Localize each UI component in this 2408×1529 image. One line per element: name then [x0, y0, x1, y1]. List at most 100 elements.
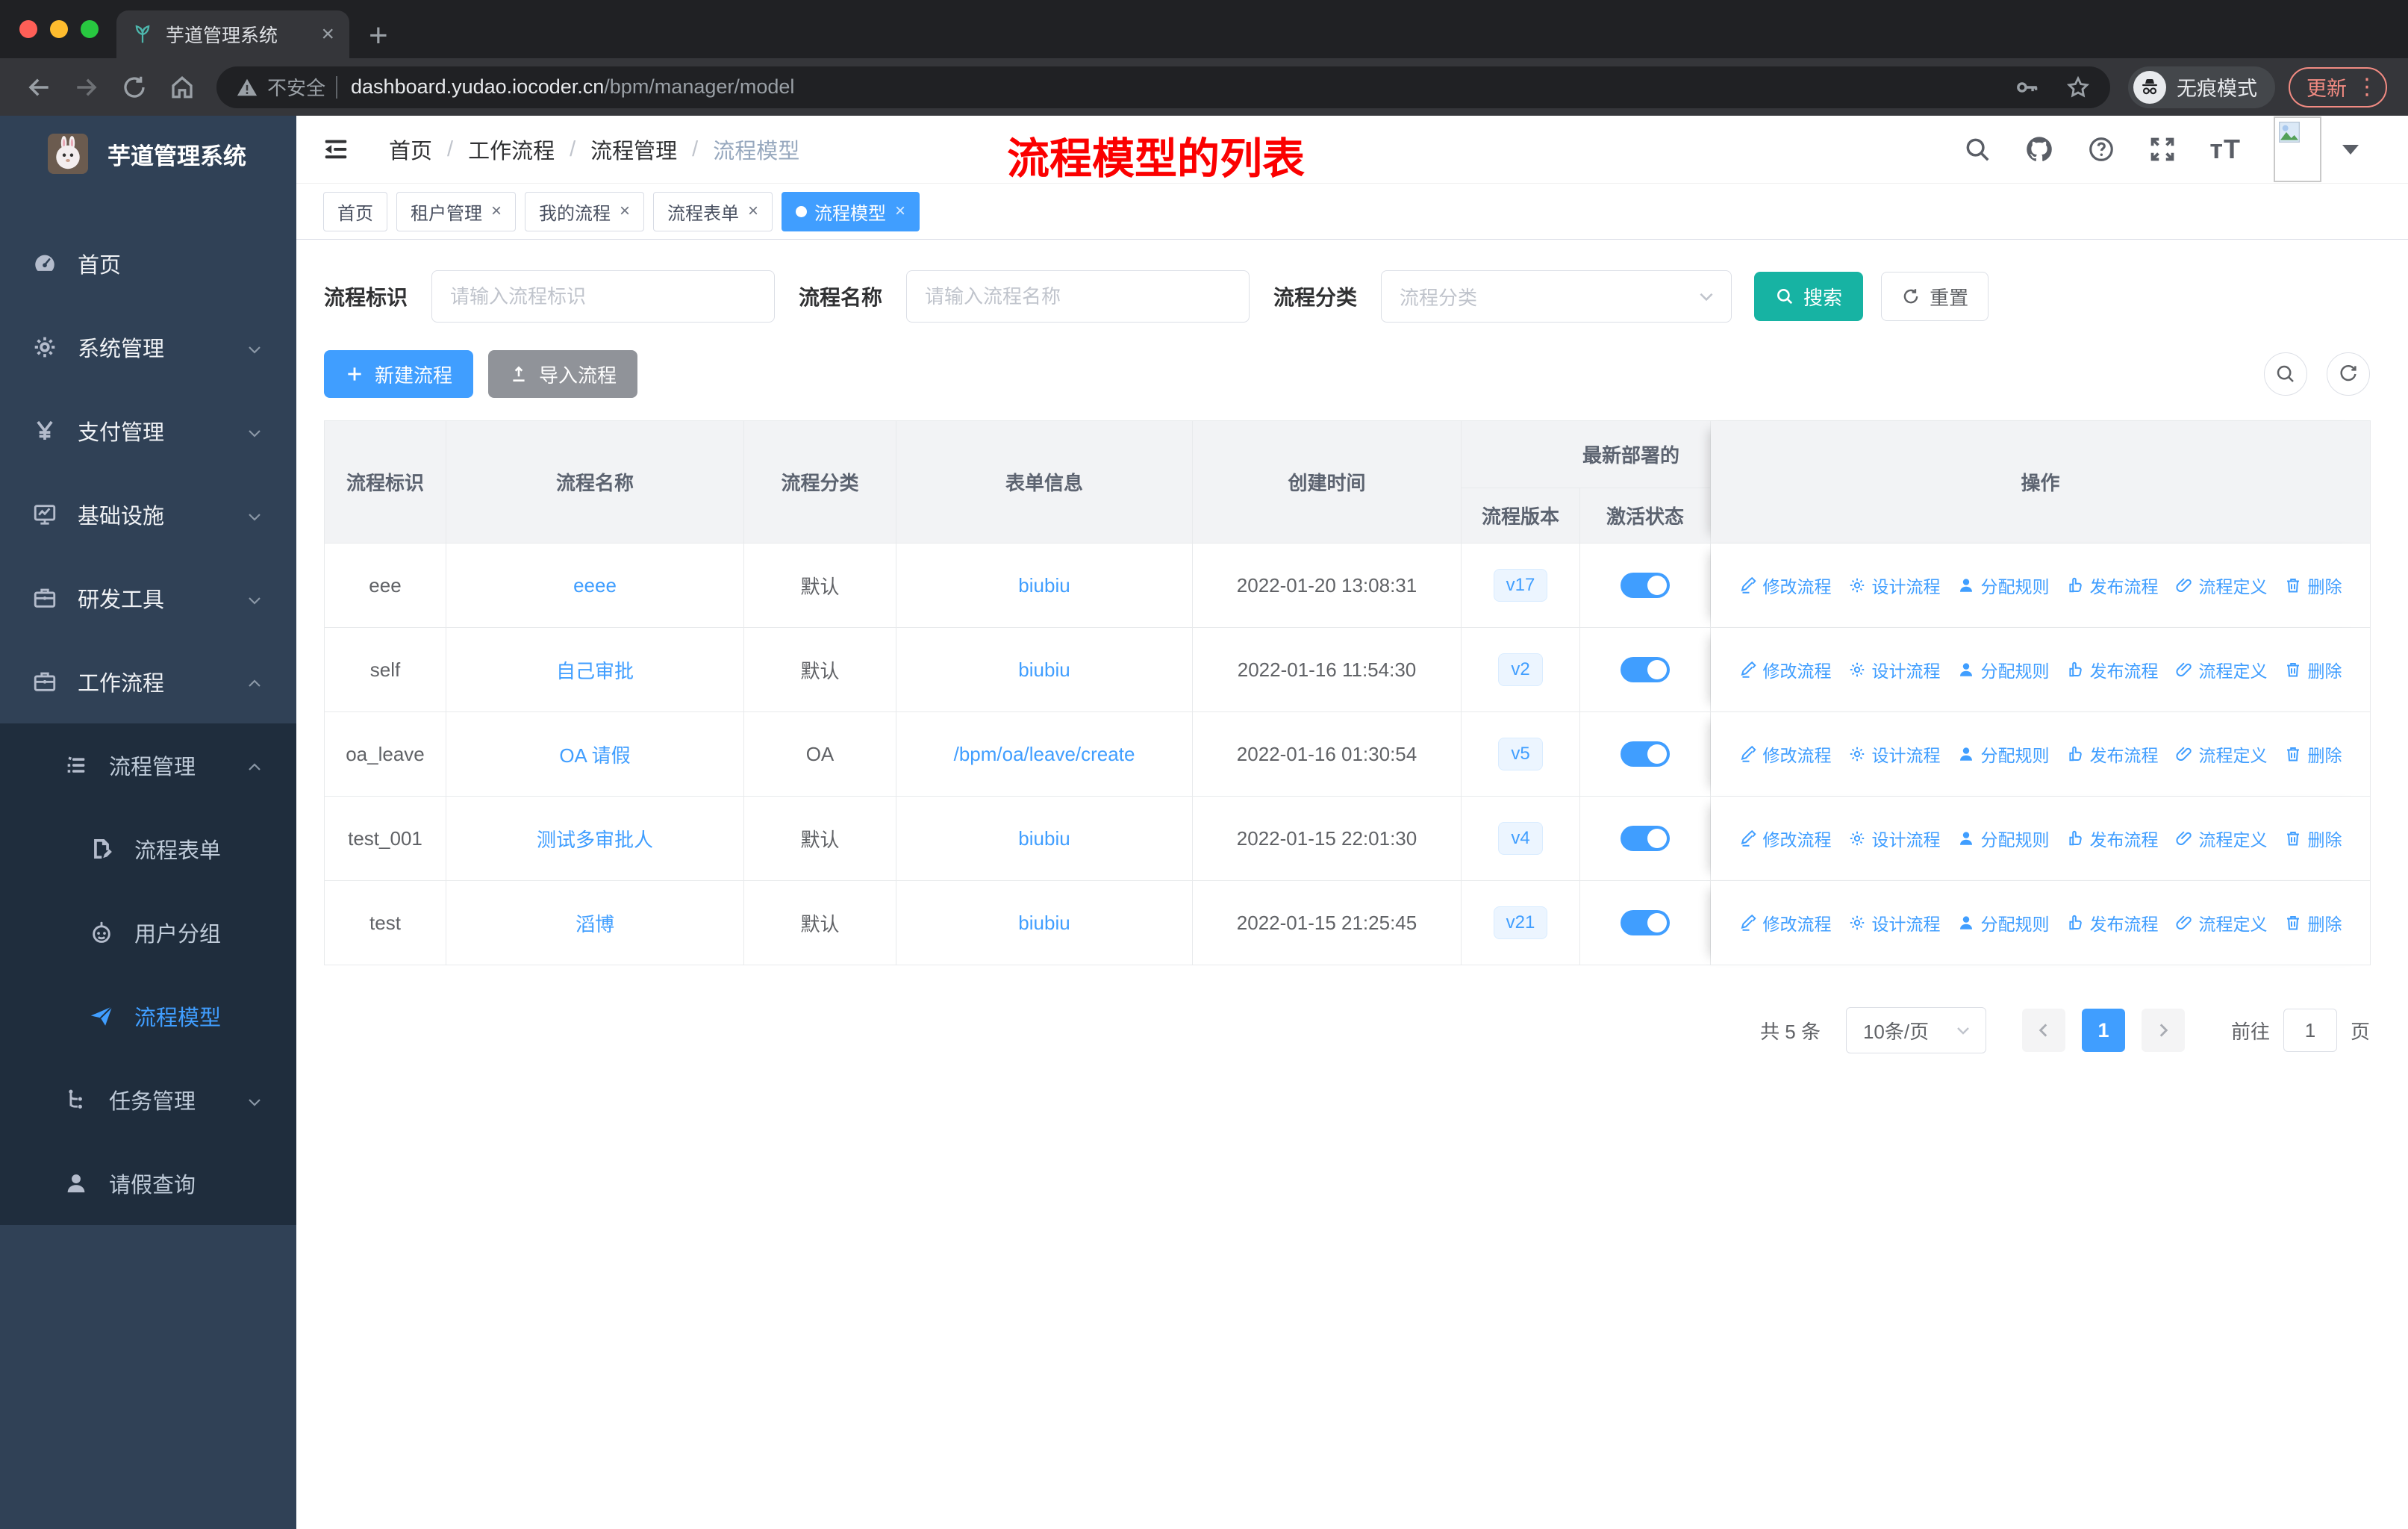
active-toggle-on[interactable]: [1621, 657, 1670, 682]
version-badge[interactable]: v5: [1498, 738, 1543, 770]
action-publish-link[interactable]: 发布流程: [2066, 573, 2159, 598]
tag-close-icon[interactable]: ×: [491, 201, 502, 222]
action-publish-link[interactable]: 发布流程: [2066, 826, 2159, 851]
action-edit-link[interactable]: 修改流程: [1739, 741, 1832, 767]
avatar-dropdown-caret-icon[interactable]: [2342, 144, 2359, 155]
sidebar-item-任务管理[interactable]: 任务管理: [0, 1058, 296, 1142]
action-assign-link[interactable]: 分配规则: [1957, 826, 2050, 851]
action-publish-link[interactable]: 发布流程: [2066, 741, 2159, 767]
browser-update-button[interactable]: 更新 ⋮: [2289, 66, 2387, 108]
back-icon[interactable]: [24, 72, 54, 102]
sidebar-item-用户分组[interactable]: 用户分组: [0, 891, 296, 974]
refresh-table-button[interactable]: [2327, 352, 2370, 396]
action-definition-link[interactable]: 流程定义: [2175, 826, 2268, 851]
action-definition-link[interactable]: 流程定义: [2175, 657, 2268, 682]
sidebar-item-流程模型[interactable]: 流程模型: [0, 974, 296, 1058]
minimize-window-button[interactable]: [50, 20, 68, 38]
action-edit-link[interactable]: 修改流程: [1739, 657, 1832, 682]
active-toggle-on[interactable]: [1621, 910, 1670, 935]
action-design-link[interactable]: 设计流程: [1848, 657, 1941, 682]
action-assign-link[interactable]: 分配规则: [1957, 910, 2050, 935]
form-info-link[interactable]: biubiu: [1018, 658, 1070, 682]
action-design-link[interactable]: 设计流程: [1848, 573, 1941, 598]
reload-icon[interactable]: [119, 72, 149, 102]
sidebar-item-工作流程[interactable]: 工作流程: [0, 640, 296, 723]
version-badge[interactable]: v21: [1493, 906, 1548, 939]
password-key-icon[interactable]: [2015, 75, 2040, 100]
toggle-search-button[interactable]: [2264, 352, 2307, 396]
security-warning-icon[interactable]: [236, 76, 258, 99]
help-icon[interactable]: [2087, 135, 2115, 164]
process-name-link[interactable]: eeee: [573, 574, 617, 597]
form-info-link[interactable]: biubiu: [1018, 827, 1070, 850]
search-button[interactable]: 搜索: [1754, 272, 1864, 321]
version-badge[interactable]: v17: [1493, 569, 1548, 602]
action-del-link[interactable]: 删除: [2284, 657, 2342, 682]
page-size-select[interactable]: 10条/页: [1845, 1007, 1986, 1053]
action-assign-link[interactable]: 分配规则: [1957, 741, 2050, 767]
browser-menu-icon[interactable]: ⋮: [2356, 74, 2378, 100]
action-edit-link[interactable]: 修改流程: [1739, 910, 1832, 935]
process-name-link[interactable]: OA 请假: [559, 741, 630, 768]
user-avatar-broken-image[interactable]: [2274, 116, 2321, 182]
action-del-link[interactable]: 删除: [2284, 910, 2342, 935]
action-assign-link[interactable]: 分配规则: [1957, 573, 2050, 598]
sidebar-item-研发工具[interactable]: 研发工具: [0, 556, 296, 640]
action-edit-link[interactable]: 修改流程: [1739, 826, 1832, 851]
forward-icon[interactable]: [72, 72, 102, 102]
sidebar-item-首页[interactable]: 首页: [0, 222, 296, 305]
tag-流程模型[interactable]: 流程模型 ×: [782, 191, 920, 231]
github-icon[interactable]: [2024, 134, 2054, 164]
action-del-link[interactable]: 删除: [2284, 826, 2342, 851]
tag-close-icon[interactable]: ×: [748, 201, 758, 222]
active-toggle-on[interactable]: [1621, 573, 1670, 598]
sidebar-item-支付管理[interactable]: 支付管理: [0, 389, 296, 473]
tag-我的流程[interactable]: 我的流程 ×: [525, 191, 645, 231]
form-info-link[interactable]: biubiu: [1018, 912, 1070, 935]
breadcrumb-process-manage[interactable]: 流程管理: [590, 134, 677, 165]
sidebar-item-流程表单[interactable]: 流程表单: [0, 807, 296, 891]
process-name-input[interactable]: [906, 270, 1250, 323]
breadcrumb-home[interactable]: 首页: [389, 134, 432, 165]
action-assign-link[interactable]: 分配规则: [1957, 657, 2050, 682]
bookmark-star-icon[interactable]: [2065, 75, 2091, 100]
action-design-link[interactable]: 设计流程: [1848, 910, 1941, 935]
process-name-link[interactable]: 测试多审批人: [537, 825, 653, 853]
process-category-select[interactable]: 流程分类: [1381, 270, 1732, 323]
browser-tab[interactable]: 芋道管理系统 ×: [116, 10, 349, 58]
maximize-window-button[interactable]: [81, 20, 99, 38]
action-definition-link[interactable]: 流程定义: [2175, 741, 2268, 767]
action-publish-link[interactable]: 发布流程: [2066, 910, 2159, 935]
action-definition-link[interactable]: 流程定义: [2175, 573, 2268, 598]
header-search-icon[interactable]: [1963, 135, 1991, 164]
create-process-button[interactable]: 新建流程: [324, 350, 474, 398]
active-toggle-on[interactable]: [1621, 741, 1670, 767]
action-publish-link[interactable]: 发布流程: [2066, 657, 2159, 682]
process-name-link[interactable]: 自己审批: [556, 656, 634, 684]
action-del-link[interactable]: 删除: [2284, 573, 2342, 598]
font-size-icon[interactable]: тT: [2209, 134, 2241, 165]
sidebar-item-系统管理[interactable]: 系统管理: [0, 305, 296, 389]
action-design-link[interactable]: 设计流程: [1848, 826, 1941, 851]
prev-page-button[interactable]: [2021, 1009, 2065, 1052]
sidebar-item-流程管理[interactable]: 流程管理: [0, 723, 296, 807]
action-definition-link[interactable]: 流程定义: [2175, 910, 2268, 935]
tag-租户管理[interactable]: 租户管理 ×: [396, 191, 517, 231]
sidebar-item-基础设施[interactable]: 基础设施: [0, 473, 296, 556]
action-edit-link[interactable]: 修改流程: [1739, 573, 1832, 598]
tag-首页[interactable]: 首页: [323, 191, 387, 231]
form-info-link[interactable]: /bpm/oa/leave/create: [954, 743, 1135, 766]
reset-button[interactable]: 重置: [1881, 272, 1989, 321]
process-key-input[interactable]: [431, 270, 776, 323]
process-name-link[interactable]: 滔博: [576, 909, 614, 937]
new-tab-button[interactable]: +: [369, 19, 388, 52]
active-toggle-on[interactable]: [1621, 826, 1670, 851]
next-page-button[interactable]: [2141, 1009, 2185, 1052]
sidebar-fold-icon[interactable]: [322, 135, 350, 164]
action-design-link[interactable]: 设计流程: [1848, 741, 1941, 767]
sidebar-item-请假查询[interactable]: 请假查询: [0, 1142, 296, 1225]
action-del-link[interactable]: 删除: [2284, 741, 2342, 767]
tag-流程表单[interactable]: 流程表单 ×: [653, 191, 773, 231]
home-icon[interactable]: [167, 72, 197, 102]
tag-close-icon[interactable]: ×: [620, 201, 630, 222]
